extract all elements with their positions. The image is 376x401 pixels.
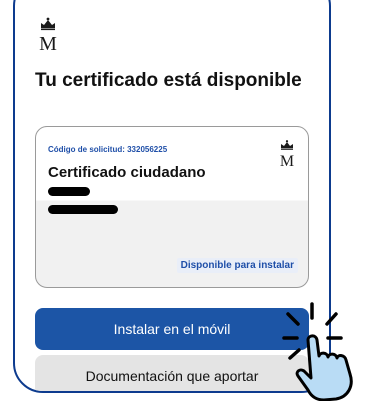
documentation-button[interactable]: Documentación que aportar: [35, 355, 309, 391]
svg-text:M: M: [280, 153, 294, 169]
redacted-text: [48, 205, 118, 214]
certificate-name: Certificado ciudadano: [48, 164, 206, 181]
screenshot-stage: M Tu certificado está disponible Código …: [0, 0, 376, 401]
redacted-text: [48, 187, 90, 196]
request-code-label: Código de solicitud: 332056225: [48, 145, 168, 154]
svg-text:M: M: [39, 33, 57, 54]
crown-m-logo-icon: M: [278, 139, 296, 169]
page-title: Tu certificado está disponible: [35, 70, 302, 91]
crown-m-logo-icon: M: [37, 16, 59, 54]
install-on-mobile-button[interactable]: Instalar en el móvil: [35, 308, 309, 350]
certificate-card[interactable]: Código de solicitud: 332056225 M Certifi…: [35, 126, 309, 288]
status-badge: Disponible para instalar: [176, 258, 298, 273]
tap-hand-icon: [278, 300, 376, 401]
